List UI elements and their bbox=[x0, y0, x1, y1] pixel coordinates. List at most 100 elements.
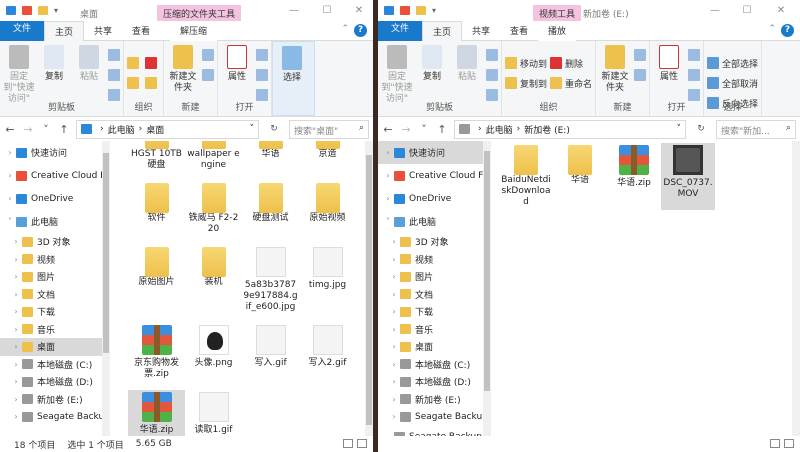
tab-1[interactable]: 主页 bbox=[422, 21, 463, 41]
file-item[interactable]: timg.jpg bbox=[299, 245, 356, 315]
large-icons-view-button[interactable] bbox=[784, 439, 794, 448]
nav-item[interactable]: › 文档 bbox=[378, 286, 491, 304]
tab-0[interactable]: 文件 bbox=[0, 21, 44, 41]
address-bar[interactable]: › 此电脑 › 桌面 ˅ bbox=[76, 119, 259, 139]
file-item[interactable]: BaiduNetdiskDownload bbox=[499, 143, 553, 210]
edit-button[interactable] bbox=[688, 67, 701, 83]
nav-item[interactable]: › 图片 bbox=[378, 268, 491, 286]
expand-chevron[interactable]: › bbox=[10, 360, 22, 369]
nav-item[interactable]: › 本地磁盘 (C:) bbox=[0, 356, 110, 374]
easy-access-button[interactable] bbox=[634, 67, 647, 83]
nav-item[interactable]: › 本地磁盘 (C:) bbox=[378, 356, 491, 374]
tab-4[interactable]: 播放 bbox=[538, 21, 577, 41]
expand-chevron[interactable]: › bbox=[382, 148, 394, 157]
organize-button-0[interactable]: 移动到 bbox=[505, 55, 547, 71]
file-item[interactable]: 写入2.gif bbox=[299, 323, 356, 382]
navigation-pane[interactable]: › 快速访问 › Creative Cloud F › OneDrive ˅ 此电脑 › 3D 对… bbox=[0, 141, 110, 436]
recent-button[interactable]: ˅ bbox=[418, 123, 430, 136]
tab-1[interactable]: 主页 bbox=[44, 21, 85, 41]
navigation-pane[interactable]: › 快速访问 › Creative Cloud F › OneDrive ˅ 此电脑 › 3D 对… bbox=[378, 141, 491, 436]
content-scrollbar[interactable] bbox=[792, 141, 800, 436]
nav-item[interactable]: › 本地磁盘 (D:) bbox=[0, 373, 110, 391]
help-icon[interactable]: ? bbox=[354, 24, 367, 37]
expand-chevron[interactable]: › bbox=[10, 395, 22, 404]
back-button[interactable]: ← bbox=[4, 123, 16, 136]
details-view-button[interactable] bbox=[770, 439, 780, 448]
minimize-button[interactable]: — bbox=[287, 5, 301, 16]
refresh-button[interactable]: ↻ bbox=[692, 124, 710, 134]
nav-scrollbar[interactable] bbox=[483, 141, 491, 436]
file-item[interactable]: DSC_0737.MOV bbox=[661, 143, 715, 210]
nav-scrollbar[interactable] bbox=[102, 141, 110, 436]
forward-button[interactable]: → bbox=[400, 123, 412, 136]
file-item[interactable]: 硬盘测试 bbox=[242, 181, 299, 237]
expand-chevron[interactable]: › bbox=[4, 171, 16, 180]
nav-item[interactable]: › 本地磁盘 (D:) bbox=[378, 373, 491, 391]
minimize-button[interactable]: — bbox=[708, 5, 722, 16]
new-folder-icon[interactable] bbox=[38, 6, 48, 15]
copy-path-button[interactable] bbox=[486, 67, 498, 83]
expand-chevron[interactable]: › bbox=[388, 360, 400, 369]
expand-chevron[interactable]: › bbox=[388, 412, 400, 421]
open-button[interactable] bbox=[256, 47, 268, 63]
file-item[interactable]: 华语.zip bbox=[128, 390, 185, 436]
file-item[interactable]: 华语 bbox=[553, 143, 607, 210]
ribbon-button-4-0[interactable]: 选择 bbox=[276, 46, 308, 115]
tab-2[interactable]: 共享 bbox=[462, 21, 500, 41]
edit-button[interactable] bbox=[256, 67, 268, 83]
expand-chevron[interactable]: ˅ bbox=[4, 217, 16, 226]
copy-path-button[interactable] bbox=[108, 67, 120, 83]
file-item[interactable]: 软件 bbox=[128, 181, 185, 237]
search-box[interactable]: 搜索"桌面" ⌕ bbox=[289, 119, 369, 139]
expand-chevron[interactable]: › bbox=[10, 272, 22, 281]
nav-item[interactable]: › 文档 bbox=[0, 286, 110, 304]
expand-chevron[interactable]: › bbox=[388, 272, 400, 281]
expand-chevron[interactable]: › bbox=[388, 237, 400, 246]
breadcrumb-1[interactable]: 桌面 bbox=[146, 123, 164, 136]
expand-chevron[interactable]: › bbox=[10, 255, 22, 264]
nav-item[interactable]: ›Seagate Backup bbox=[378, 426, 491, 436]
expand-chevron[interactable]: › bbox=[10, 290, 22, 299]
nav-item[interactable]: › 音乐 bbox=[378, 321, 491, 339]
expand-chevron[interactable]: › bbox=[10, 237, 22, 246]
nav-item[interactable]: › 新加卷 (E:) bbox=[378, 391, 491, 409]
address-dropdown-icon[interactable]: ˅ bbox=[250, 124, 255, 134]
nav-item[interactable]: › 快速访问 bbox=[0, 141, 110, 164]
maximize-button[interactable]: ☐ bbox=[740, 5, 754, 16]
breadcrumb-1[interactable]: 新加卷 (E:) bbox=[524, 123, 570, 136]
open-button[interactable] bbox=[688, 47, 701, 63]
organize-button-1[interactable]: 全部取消 bbox=[707, 75, 758, 91]
organize-button-2[interactable]: 删除 bbox=[550, 55, 592, 71]
file-item[interactable]: 京造 bbox=[299, 141, 356, 173]
expand-chevron[interactable]: › bbox=[4, 194, 16, 203]
file-item[interactable]: 头像.png bbox=[185, 323, 242, 382]
refresh-button[interactable]: ↻ bbox=[265, 124, 283, 134]
organize-button-3[interactable]: 重命名 bbox=[550, 75, 592, 91]
breadcrumb-0[interactable]: 此电脑 bbox=[108, 123, 135, 136]
nav-item[interactable]: › 快速访问 bbox=[378, 141, 491, 164]
expand-chevron[interactable]: › bbox=[388, 377, 400, 386]
nav-item[interactable]: › Creative Cloud F bbox=[378, 164, 491, 187]
maximize-button[interactable]: ☐ bbox=[320, 5, 334, 16]
new-item-button[interactable] bbox=[202, 47, 214, 63]
large-icons-view-button[interactable] bbox=[357, 439, 367, 448]
expand-chevron[interactable]: › bbox=[10, 412, 22, 421]
tab-3[interactable]: 查看 bbox=[122, 21, 160, 41]
nav-item[interactable]: ˅ 此电脑 bbox=[0, 210, 110, 233]
new-item-button[interactable] bbox=[634, 47, 647, 63]
nav-item[interactable]: › 下载 bbox=[0, 303, 110, 321]
file-item[interactable]: 原始图片 bbox=[128, 245, 185, 315]
nav-item[interactable]: › OneDrive bbox=[378, 187, 491, 210]
scrollbar-thumb[interactable] bbox=[366, 155, 372, 425]
properties-icon[interactable] bbox=[22, 6, 32, 15]
file-item[interactable]: 铁威马 F2-220 bbox=[185, 181, 242, 237]
organize-button-1[interactable]: 复制到 bbox=[505, 75, 547, 91]
tab-4[interactable]: 解压缩 bbox=[170, 21, 218, 41]
expand-chevron[interactable]: › bbox=[388, 325, 400, 334]
file-item[interactable]: 装机 bbox=[185, 245, 242, 315]
nav-item[interactable]: › 新加卷 (E:) bbox=[0, 391, 110, 409]
properties-icon[interactable] bbox=[400, 6, 410, 15]
organize-button-3[interactable] bbox=[145, 75, 160, 91]
up-button[interactable]: ↑ bbox=[436, 123, 448, 136]
file-item[interactable]: HGST 10TB硬盘 bbox=[128, 141, 185, 173]
